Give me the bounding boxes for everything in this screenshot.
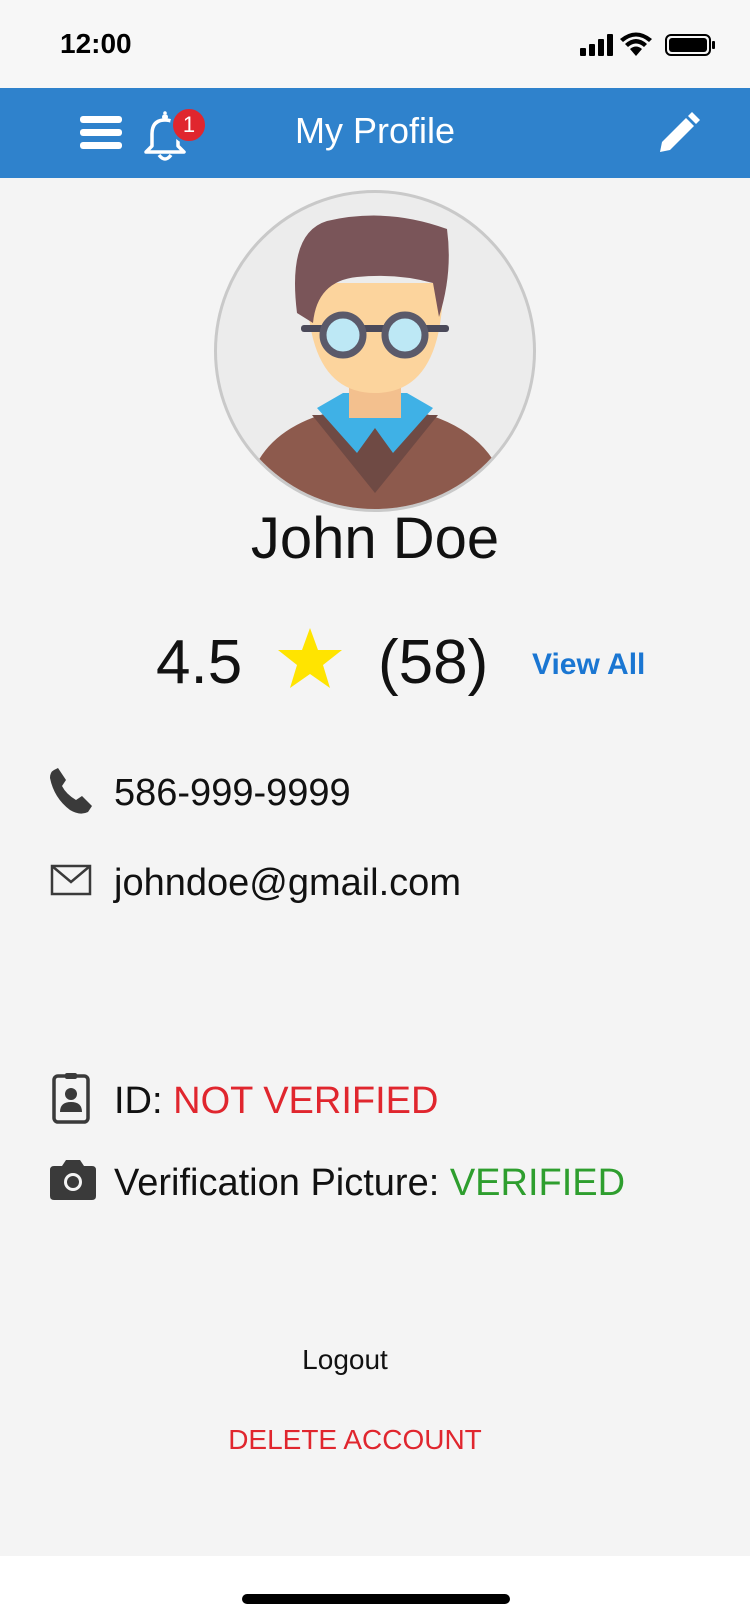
battery-icon — [665, 34, 715, 56]
phone-number: 586-999-9999 — [114, 772, 351, 814]
camera-icon — [50, 1160, 96, 1200]
mail-icon — [50, 864, 92, 896]
delete-account-button[interactable]: DELETE ACCOUNT — [0, 1424, 710, 1456]
id-status-text: ID: NOT VERIFIED — [114, 1080, 438, 1123]
profile-name: John Doe — [250, 506, 500, 571]
star-icon — [278, 628, 342, 688]
profile-avatar — [214, 190, 536, 512]
email-row: johndoe@gmail.com — [0, 854, 750, 914]
id-verification-row: ID: NOT VERIFIED — [0, 1072, 750, 1132]
home-indicator-area — [0, 1556, 750, 1624]
avatar-illustration — [247, 215, 507, 509]
home-indicator[interactable] — [242, 1594, 510, 1604]
status-time: 12:00 — [60, 28, 132, 59]
cellular-signal-icon — [580, 34, 613, 56]
edit-pencil-icon[interactable] — [656, 112, 700, 156]
wifi-icon — [620, 32, 652, 56]
id-label: ID: — [114, 1080, 174, 1122]
logout-button[interactable]: Logout — [0, 1344, 690, 1376]
picture-status-text: Verification Picture: VERIFIED — [114, 1162, 625, 1205]
rating-row: 4.5 (58) View All — [0, 622, 750, 702]
page-title: My Profile — [294, 110, 456, 151]
email-address: johndoe@gmail.com — [114, 862, 461, 904]
header-bar: 1 My Profile — [0, 88, 750, 178]
status-bar: 12:00 — [0, 0, 750, 88]
phone-row: 586-999-9999 — [0, 764, 750, 824]
rating-count: (58) — [378, 628, 489, 697]
view-all-reviews-link[interactable]: View All — [532, 648, 645, 682]
status-indicators — [580, 32, 715, 56]
picture-status-badge: VERIFIED — [449, 1162, 626, 1204]
id-badge-icon — [52, 1073, 90, 1124]
id-status-badge: NOT VERIFIED — [173, 1080, 439, 1122]
phone-icon — [50, 768, 92, 814]
picture-label: Verification Picture: — [114, 1162, 450, 1204]
picture-verification-row: Verification Picture: VERIFIED — [0, 1154, 750, 1214]
rating-value: 4.5 — [156, 628, 243, 697]
